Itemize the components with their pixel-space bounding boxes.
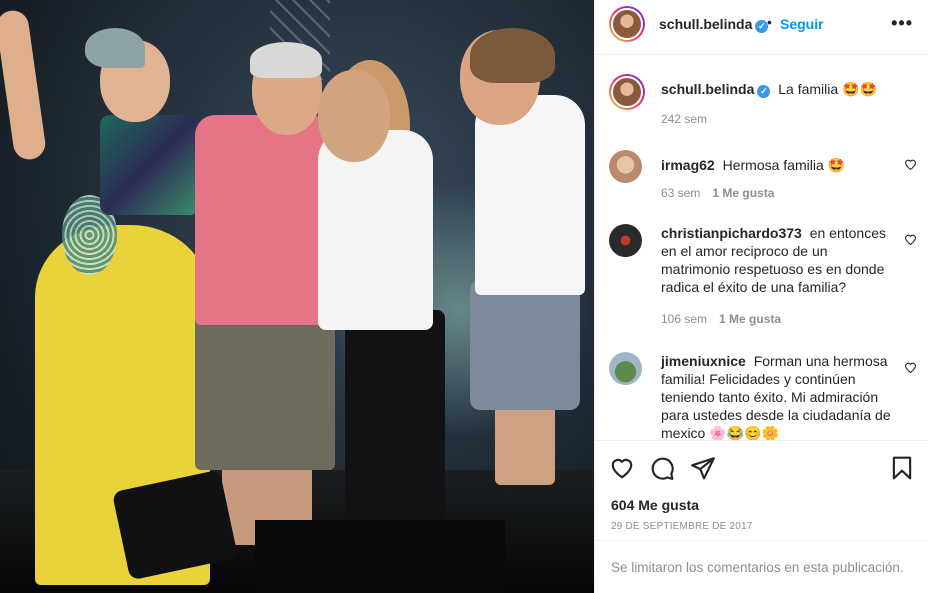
comment-text: irmag62 Hermosa familia 🤩 (661, 157, 846, 173)
likes-count[interactable]: 604 Me gusta (611, 497, 699, 513)
separator-dot: • (767, 14, 772, 30)
post-photo[interactable] (0, 0, 594, 593)
commenter-avatar[interactable] (609, 352, 642, 385)
commenter-username[interactable]: irmag62 (661, 157, 715, 173)
commenter-username[interactable]: christianpichardo373 (661, 225, 802, 241)
person-1-hair (85, 28, 145, 68)
commenter-avatar[interactable] (609, 224, 642, 257)
person-3-blouse (318, 130, 433, 330)
commenter-avatar[interactable] (609, 150, 642, 183)
person-1-arm (0, 8, 48, 162)
post-side-panel: schull.belinda ✓ • Seguir ••• schull.beli… (594, 0, 928, 593)
author-avatar[interactable] (609, 74, 645, 110)
bookmark-icon[interactable] (889, 455, 915, 481)
person-4-shirt (475, 95, 585, 295)
post-actions: 604 Me gusta 29 DE SEPTIEMBRE DE 2017 (595, 440, 928, 540)
comment-text: jimeniuxnice Forman una hermosa familia!… (661, 353, 891, 440)
more-options-icon[interactable]: ••• (891, 13, 913, 34)
person-2-shirt (195, 115, 330, 325)
person-4-shorts (470, 280, 580, 410)
caption-body: La familia 🤩🤩 (778, 81, 877, 97)
comments-disabled-text: Se limitaron los comentarios en esta pub… (611, 560, 904, 575)
comment-meta: 106 sem 1 Me gusta (661, 312, 782, 326)
comment-likes[interactable]: 1 Me gusta (712, 186, 774, 200)
heart-icon[interactable] (609, 455, 635, 481)
author-avatar[interactable] (609, 6, 645, 42)
post-header: schull.belinda ✓ • Seguir ••• (595, 0, 928, 55)
comments-disabled-notice: Se limitaron los comentarios en esta pub… (595, 540, 928, 593)
comment-likes[interactable]: 1 Me gusta (719, 312, 781, 326)
comment-heart-icon[interactable] (904, 361, 917, 376)
verified-badge-icon: ✓ (757, 85, 771, 98)
comment-heart-icon[interactable] (904, 233, 917, 248)
person-1-top (100, 115, 200, 215)
share-icon[interactable] (690, 455, 716, 481)
person-4-hair (470, 28, 555, 83)
commenter-username[interactable]: jimeniuxnice (661, 353, 746, 369)
post-date: 29 DE SEPTIEMBRE DE 2017 (611, 521, 753, 532)
comments-list[interactable]: schull.belinda ✓ La familia 🤩🤩 242 sem ir… (595, 56, 928, 440)
person-2-hair (250, 42, 322, 78)
person-4-legs (495, 405, 555, 485)
author-username[interactable]: schull.belinda ✓ (659, 16, 769, 33)
caption-time: 242 sem (661, 112, 708, 126)
caption-text: schull.belinda ✓ La familia 🤩🤩 (661, 80, 897, 98)
person-2-shorts (195, 310, 335, 470)
follow-button[interactable]: Seguir (780, 16, 824, 32)
comment-heart-icon[interactable] (904, 158, 917, 173)
comment-icon[interactable] (649, 455, 675, 481)
person-3-head (318, 70, 390, 162)
comment-text: christianpichardo373 en entonces en el a… (661, 225, 887, 295)
comment-meta: 63 sem 1 Me gusta (661, 186, 775, 200)
stage-speaker (255, 520, 505, 593)
caption-username[interactable]: schull.belinda ✓ (661, 81, 771, 98)
